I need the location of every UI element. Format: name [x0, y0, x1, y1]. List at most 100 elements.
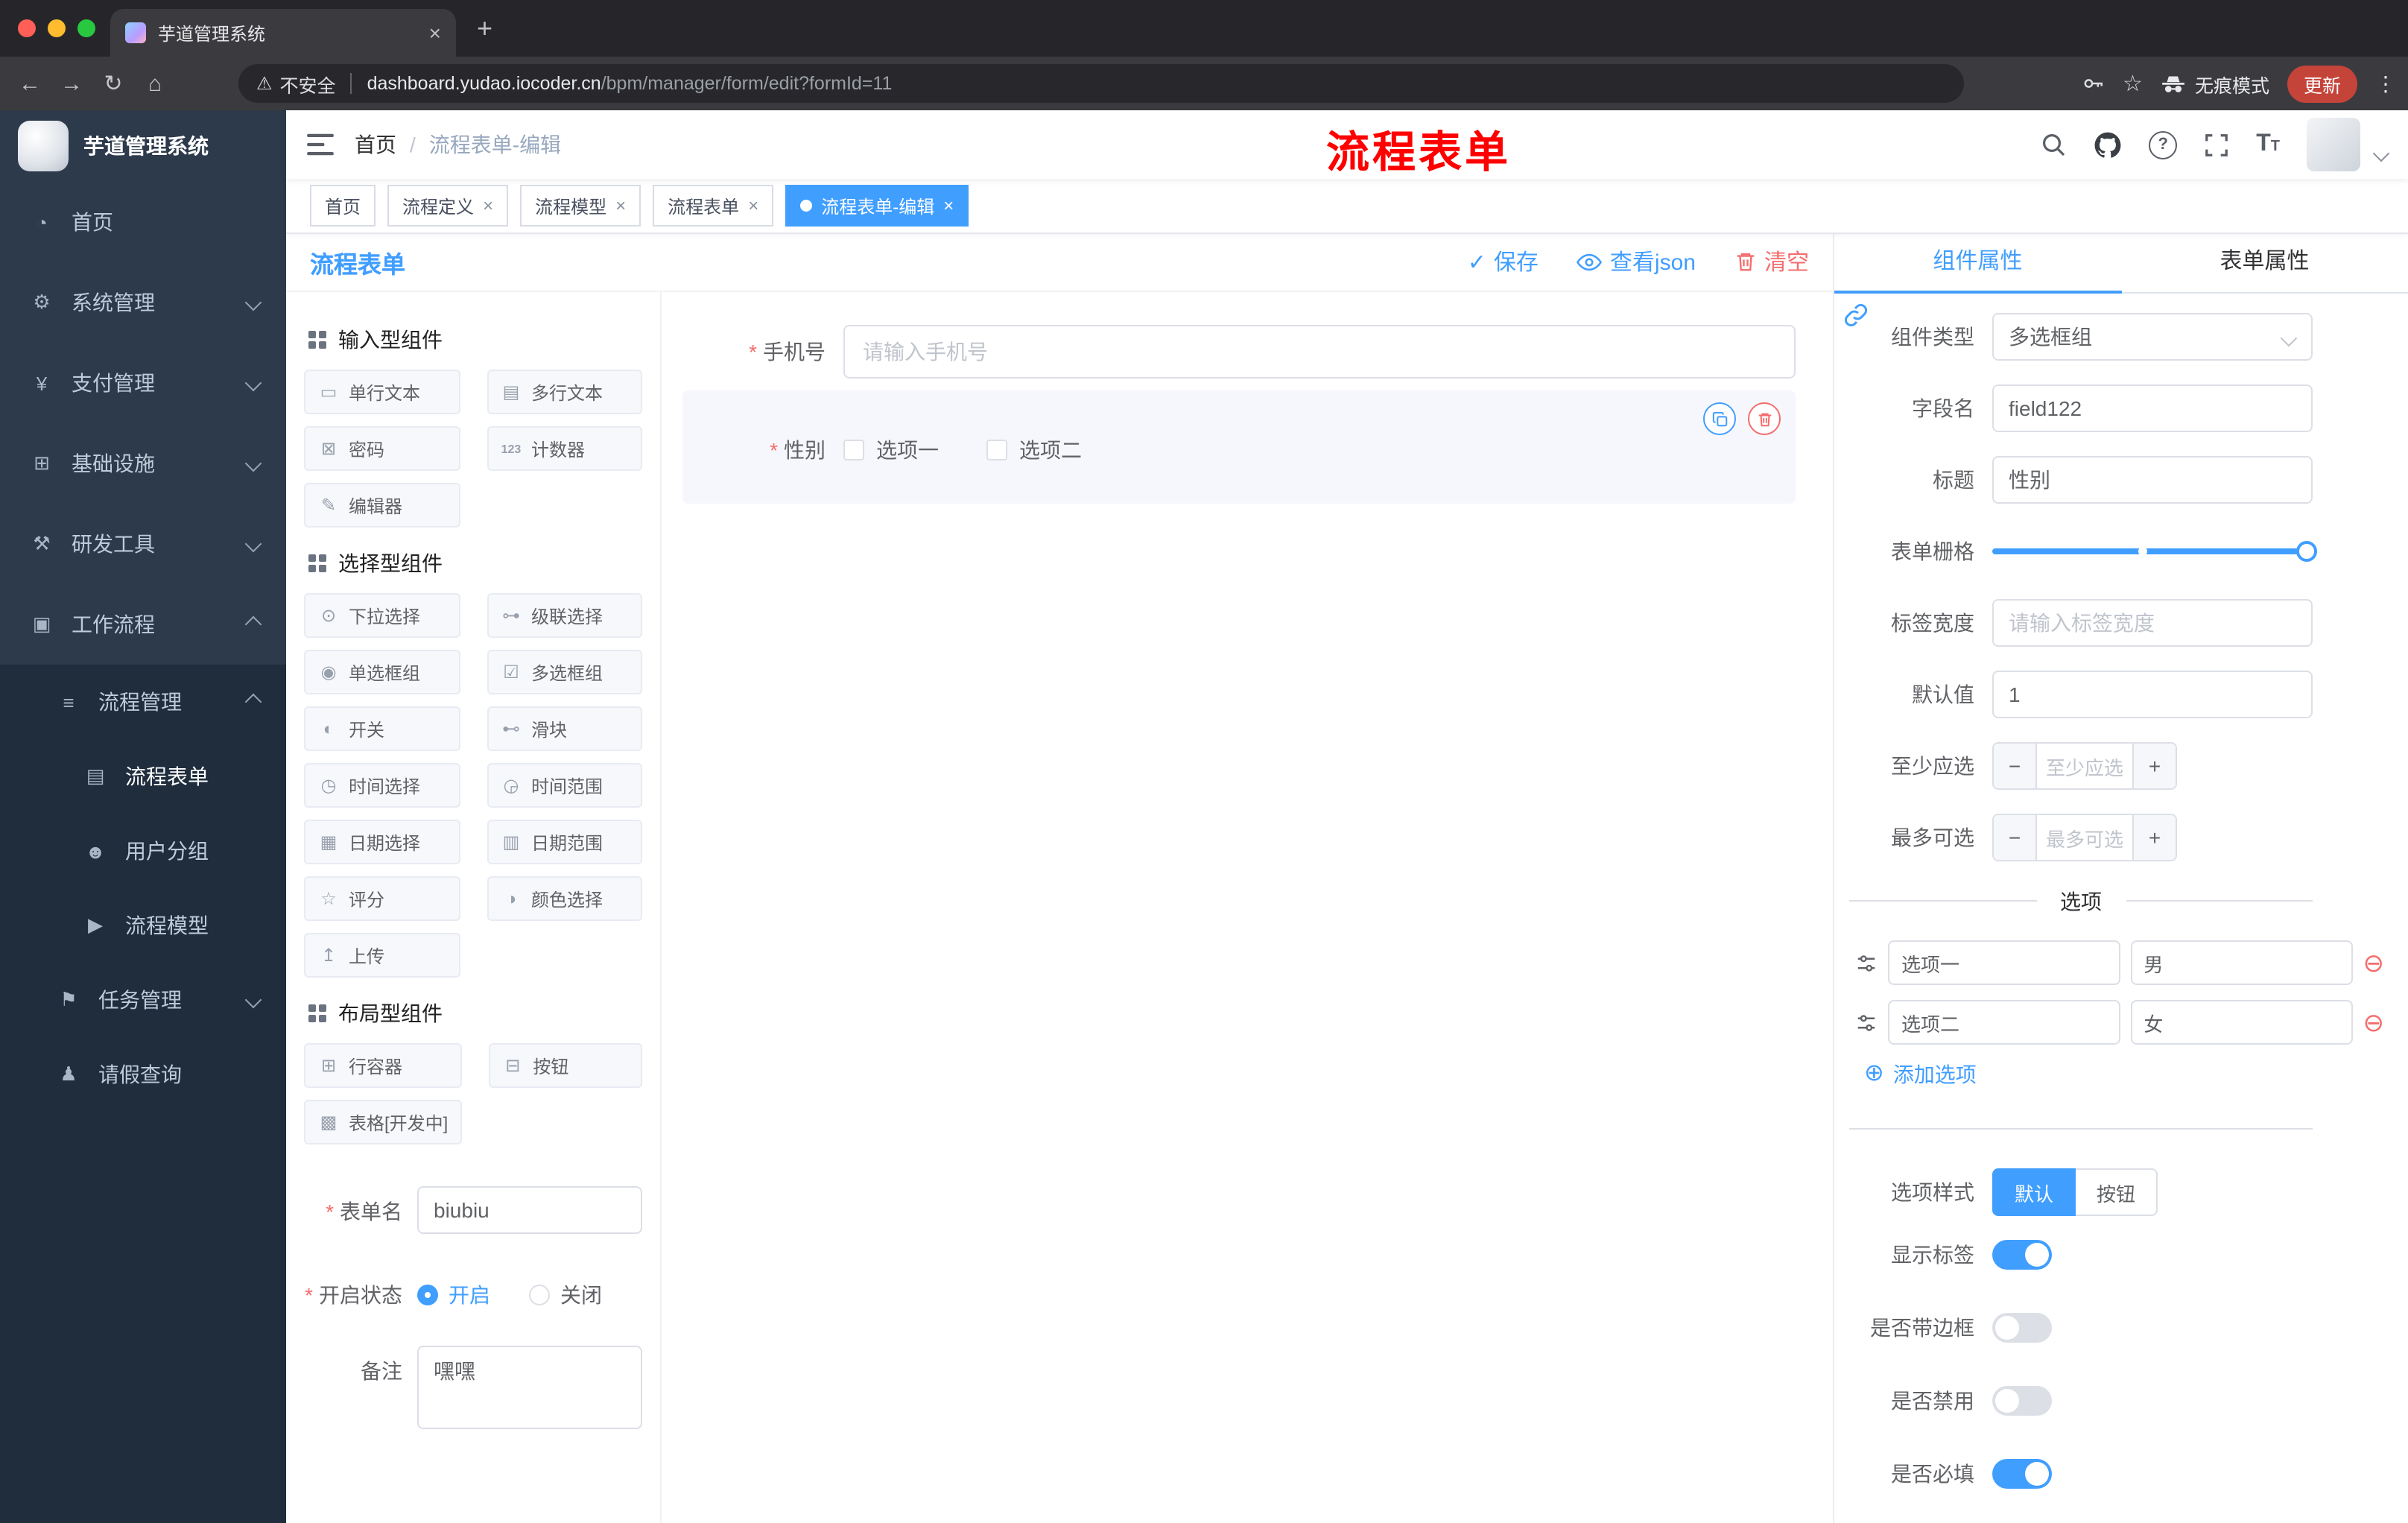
collapse-sidebar-button[interactable]	[286, 133, 355, 156]
sidebar-item-task-mgmt[interactable]: ⚑ 任务管理	[0, 963, 286, 1037]
style-button-button[interactable]: 按钮	[2076, 1168, 2158, 1216]
search-icon[interactable]	[2040, 131, 2067, 158]
palette-item-single-text[interactable]: ▭ 单行文本	[304, 370, 460, 414]
palette-item-time-range[interactable]: ◶ 时间范围	[487, 763, 642, 808]
view-json-button[interactable]: 查看json	[1577, 246, 1696, 277]
palette-item-row-container[interactable]: ⊞ 行容器	[304, 1043, 462, 1088]
save-button[interactable]: ✓ 保存	[1468, 246, 1539, 277]
close-tab-icon[interactable]: ×	[429, 22, 441, 43]
sidebar-item-infrastructure[interactable]: ⊞ 基础设施	[0, 423, 286, 504]
sidebar-item-user-groups[interactable]: ☻ 用户分组	[0, 814, 286, 888]
palette-item-slider[interactable]: ⊷ 滑块	[487, 706, 642, 751]
option-label-input[interactable]	[1888, 940, 2120, 985]
sidebar-item-home[interactable]: ◔ 首页	[0, 182, 286, 262]
palette-item-rate[interactable]: ☆ 评分	[304, 876, 460, 921]
sidebar-item-process-form[interactable]: ▤ 流程表单	[0, 739, 286, 814]
avatar-caret-icon[interactable]	[2372, 145, 2390, 162]
palette-item-editor[interactable]: ✎ 编辑器	[304, 483, 460, 528]
sidebar-item-system[interactable]: ⚙ 系统管理	[0, 262, 286, 343]
new-tab-button[interactable]: +	[477, 15, 492, 42]
browser-update-button[interactable]: 更新	[2287, 65, 2357, 102]
github-icon[interactable]	[2094, 130, 2122, 159]
label-width-input[interactable]	[1992, 599, 2313, 647]
close-tag-icon[interactable]: ×	[615, 195, 626, 216]
tag-home[interactable]: 首页	[310, 185, 376, 227]
option-value-input[interactable]	[2130, 1000, 2353, 1045]
palette-item-password[interactable]: ⊠ 密码	[304, 426, 460, 471]
palette-item-color-picker[interactable]: ◑ 颜色选择	[487, 876, 642, 921]
slider-handle[interactable]	[2296, 541, 2317, 562]
reload-icon[interactable]: ↻	[92, 70, 134, 97]
show-label-toggle[interactable]	[1992, 1240, 2052, 1270]
remove-option-icon[interactable]: ⊖	[2363, 950, 2385, 975]
tag-process-definition[interactable]: 流程定义 ×	[387, 185, 509, 227]
browser-menu-icon[interactable]: ⋮	[2375, 71, 2396, 96]
sidebar-logo[interactable]: 芋道管理系统	[0, 110, 286, 182]
status-off-radio[interactable]: 关闭	[529, 1280, 602, 1310]
back-icon[interactable]: ←	[9, 71, 51, 96]
palette-item-button[interactable]: ⊟ 按钮	[488, 1043, 642, 1088]
browser-tab[interactable]: 芋道管理系统 ×	[110, 9, 456, 57]
gender-option1-checkbox[interactable]: 选项一	[843, 435, 939, 465]
close-tag-icon[interactable]: ×	[943, 195, 954, 216]
palette-item-radio-group[interactable]: ◉ 单选框组	[304, 650, 460, 694]
palette-item-time-picker[interactable]: ◷ 时间选择	[304, 763, 460, 808]
selected-component-gender[interactable]: 性别 选项一 选项二	[682, 390, 1796, 504]
forward-icon[interactable]: →	[51, 71, 92, 96]
required-toggle[interactable]	[1992, 1459, 2052, 1489]
user-avatar[interactable]	[2307, 118, 2360, 171]
minimize-window-button[interactable]	[48, 19, 66, 37]
help-icon[interactable]: ?	[2149, 130, 2178, 159]
palette-item-date-picker[interactable]: ▦ 日期选择	[304, 820, 460, 864]
tab-form-props[interactable]: 表单属性	[2121, 232, 2408, 292]
font-size-icon[interactable]: TT	[2256, 131, 2280, 158]
tag-process-model[interactable]: 流程模型 ×	[520, 185, 641, 227]
breadcrumb-home[interactable]: 首页	[355, 130, 396, 159]
palette-item-table[interactable]: ▩ 表格[开发中]	[304, 1100, 462, 1144]
close-tag-icon[interactable]: ×	[483, 195, 493, 216]
gender-option2-checkbox[interactable]: 选项二	[986, 435, 1082, 465]
sidebar-item-leave-query[interactable]: ♟ 请假查询	[0, 1037, 286, 1112]
increase-button[interactable]: +	[2132, 815, 2176, 860]
option-value-input[interactable]	[2130, 940, 2353, 985]
home-icon[interactable]: ⌂	[134, 71, 176, 96]
tab-component-props[interactable]: 组件属性	[1834, 232, 2121, 294]
default-value-input[interactable]	[1992, 671, 2313, 718]
palette-item-checkbox-group[interactable]: ☑ 多选框组	[487, 650, 642, 694]
fullscreen-icon[interactable]	[2204, 132, 2229, 157]
remove-option-icon[interactable]: ⊖	[2363, 1010, 2385, 1035]
delete-component-button[interactable]	[1748, 402, 1781, 435]
security-label[interactable]: 不安全	[280, 69, 336, 98]
palette-item-upload[interactable]: ↥ 上传	[304, 933, 460, 978]
phone-input[interactable]	[843, 325, 1796, 379]
drag-handle-icon[interactable]	[1855, 1011, 1878, 1033]
close-window-button[interactable]	[18, 19, 36, 37]
sidebar-item-process-mgmt[interactable]: ≡ 流程管理	[0, 665, 286, 739]
form-grid-slider[interactable]	[1992, 528, 2317, 575]
max-select-value[interactable]: 最多可选	[2037, 815, 2132, 860]
bookmark-star-icon[interactable]: ☆	[2123, 72, 2143, 95]
title-input[interactable]	[1992, 456, 2313, 504]
sidebar-item-workflow[interactable]: ▣ 工作流程	[0, 584, 286, 665]
password-key-icon[interactable]	[2081, 72, 2105, 95]
decrease-button[interactable]: −	[1994, 744, 2037, 788]
add-option-button[interactable]: ⊕ 添加选项	[1864, 1060, 2390, 1089]
sidebar-item-payment[interactable]: ¥ 支付管理	[0, 343, 286, 423]
option-label-input[interactable]	[1888, 1000, 2120, 1045]
field-name-input[interactable]	[1992, 384, 2313, 432]
style-default-button[interactable]: 默认	[1992, 1168, 2076, 1216]
status-on-radio[interactable]: 开启	[417, 1280, 490, 1310]
palette-item-switch[interactable]: ◐ 开关	[304, 706, 460, 751]
clear-button[interactable]: 清空	[1734, 246, 1809, 277]
tag-process-form-edit[interactable]: 流程表单-编辑 ×	[785, 185, 969, 227]
phone-field-row[interactable]: 手机号	[682, 325, 1796, 379]
drag-handle-icon[interactable]	[1855, 952, 1878, 974]
min-select-value[interactable]: 至少应选	[2037, 744, 2132, 788]
form-name-input[interactable]	[417, 1186, 642, 1234]
palette-item-date-range[interactable]: ▥ 日期范围	[487, 820, 642, 864]
palette-item-multi-text[interactable]: ▤ 多行文本	[487, 370, 642, 414]
sidebar-item-process-model[interactable]: ▶ 流程模型	[0, 888, 286, 963]
border-toggle[interactable]	[1992, 1313, 2052, 1343]
palette-item-cascader[interactable]: ⊶ 级联选择	[487, 593, 642, 638]
palette-item-counter[interactable]: 123 计数器	[487, 426, 642, 471]
